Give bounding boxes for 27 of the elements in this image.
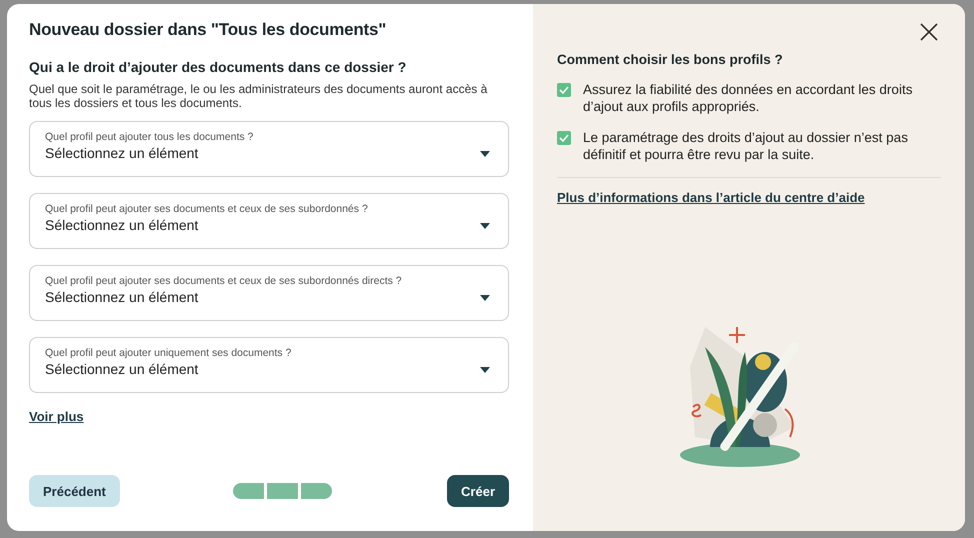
section-description: Quel que soit le paramétrage, le ou les administrateurs des documents auront accès à tous les dossiers et tous les documents. [29,82,488,110]
select-label: Quel profil peut ajouter ses documents et ceux de ses subordonnés ? [45,203,368,216]
caret-icon [480,150,490,156]
help-center-link[interactable]: Plus d’informations dans l’article du centre d’aide [557,190,865,205]
select-placeholder: Sélectionnez un élément [45,288,200,306]
select-placeholder: Sélectionnez un élément [45,144,200,162]
profile-select[interactable]: Quel profil peut ajouter uniquement ses documents ? Sélectionnez un élément [29,337,509,393]
close-icon[interactable] [919,22,939,42]
caret-icon [480,294,490,300]
select-placeholder: Sélectionnez un élément [45,216,200,234]
tip-text: Assurez la fiabilité des données en accordant les droits d’ajout aux profils appropriés. [583,81,914,115]
profile-select[interactable]: Quel profil peut ajouter tous les documents ? Sélectionnez un élément [29,121,509,177]
section-question: Qui a le droit d’ajouter des documents dans ce dossier ? [29,59,408,75]
more-link[interactable]: Voir plus [29,409,84,424]
help-title: Comment choisir les bons profils ? [557,52,784,67]
select-label: Quel profil peut ajouter ses documents et ceux de ses subordonnés directs ? [45,275,402,288]
select-label: Quel profil peut ajouter uniquement ses documents ? [45,347,292,360]
caret-icon [480,222,490,228]
create-button[interactable]: Créer [447,475,509,507]
select-placeholder: Sélectionnez un élément [45,360,200,378]
previous-button[interactable]: Précédent [29,475,120,507]
select-label: Quel profil peut ajouter tous les documents ? [45,131,254,144]
profile-select[interactable]: Quel profil peut ajouter ses documents et ceux de ses subordonnés ? Sélectionnez un élément [29,193,509,249]
caret-icon [480,366,490,372]
tip-text: Le paramétrage des droits d’ajout au dossier n’est pas définitif et pourra être revu par la suite. [583,129,909,163]
profile-select[interactable]: Quel profil peut ajouter ses documents et ceux de ses subordonnés directs ? Sélectionnez un élément [29,265,509,321]
dialog-title: Nouveau dossier dans "Tous les documents" [29,20,388,40]
